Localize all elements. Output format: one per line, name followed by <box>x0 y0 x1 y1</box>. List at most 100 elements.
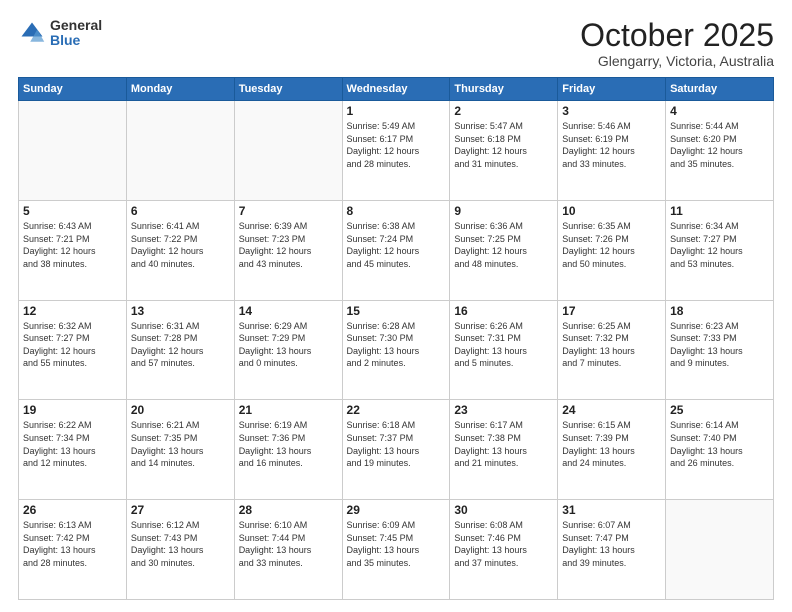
calendar-body: 1 Sunrise: 5:49 AM Sunset: 6:17 PM Daylig… <box>19 101 774 600</box>
day-number: 29 <box>347 503 446 517</box>
day-info: Sunrise: 6:25 AM Sunset: 7:32 PM Dayligh… <box>562 320 661 370</box>
month-title: October 2025 <box>580 18 774 53</box>
day-info: Sunrise: 6:23 AM Sunset: 7:33 PM Dayligh… <box>670 320 769 370</box>
day-number: 15 <box>347 304 446 318</box>
calendar-cell <box>666 500 774 600</box>
calendar-cell: 30 Sunrise: 6:08 AM Sunset: 7:46 PM Dayli… <box>450 500 558 600</box>
calendar-cell <box>19 101 127 201</box>
calendar-cell: 25Sunrise: 6:14 AM Sunset: 7:40 PM Dayli… <box>666 400 774 500</box>
day-number: 14 <box>239 304 338 318</box>
calendar-cell: 8 Sunrise: 6:38 AM Sunset: 7:24 PM Daylig… <box>342 200 450 300</box>
calendar-cell: 28Sunrise: 6:10 AM Sunset: 7:44 PM Dayli… <box>234 500 342 600</box>
calendar-cell: 9 Sunrise: 6:36 AM Sunset: 7:25 PM Daylig… <box>450 200 558 300</box>
day-number: 17 <box>562 304 661 318</box>
calendar-table: Sunday Monday Tuesday Wednesday Thursday… <box>18 77 774 600</box>
day-number: 8 <box>347 204 446 218</box>
calendar-cell: 17 Sunrise: 6:25 AM Sunset: 7:32 PM Dayli… <box>558 300 666 400</box>
day-number: 23 <box>454 403 553 417</box>
calendar-cell: 3Sunrise: 5:46 AM Sunset: 6:19 PM Daylig… <box>558 101 666 201</box>
day-number: 21 <box>239 403 338 417</box>
header-row: Sunday Monday Tuesday Wednesday Thursday… <box>19 78 774 101</box>
week-row-0: 1 Sunrise: 5:49 AM Sunset: 6:17 PM Daylig… <box>19 101 774 201</box>
day-info: Sunrise: 6:15 AM Sunset: 7:39 PM Dayligh… <box>562 419 661 469</box>
day-number: 11 <box>670 204 769 218</box>
logo-general: General <box>50 18 102 33</box>
calendar-cell: 13Sunrise: 6:31 AM Sunset: 7:28 PM Dayli… <box>126 300 234 400</box>
calendar-cell: 6 Sunrise: 6:41 AM Sunset: 7:22 PM Daylig… <box>126 200 234 300</box>
day-number: 18 <box>670 304 769 318</box>
day-number: 6 <box>131 204 230 218</box>
day-info: Sunrise: 6:12 AM Sunset: 7:43 PM Dayligh… <box>131 519 230 569</box>
day-info: Sunrise: 6:35 AM Sunset: 7:26 PM Dayligh… <box>562 220 661 270</box>
day-info: Sunrise: 6:13 AM Sunset: 7:42 PM Dayligh… <box>23 519 122 569</box>
header-wednesday: Wednesday <box>342 78 450 101</box>
day-info: Sunrise: 6:10 AM Sunset: 7:44 PM Dayligh… <box>239 519 338 569</box>
calendar-cell: 24 Sunrise: 6:15 AM Sunset: 7:39 PM Dayli… <box>558 400 666 500</box>
day-number: 26 <box>23 503 122 517</box>
day-info: Sunrise: 6:39 AM Sunset: 7:23 PM Dayligh… <box>239 220 338 270</box>
day-info: Sunrise: 6:41 AM Sunset: 7:22 PM Dayligh… <box>131 220 230 270</box>
day-info: Sunrise: 6:22 AM Sunset: 7:34 PM Dayligh… <box>23 419 122 469</box>
calendar-cell: 27 Sunrise: 6:12 AM Sunset: 7:43 PM Dayli… <box>126 500 234 600</box>
header-sunday: Sunday <box>19 78 127 101</box>
day-number: 1 <box>347 104 446 118</box>
calendar-cell: 10 Sunrise: 6:35 AM Sunset: 7:26 PM Dayli… <box>558 200 666 300</box>
day-info: Sunrise: 6:07 AM Sunset: 7:47 PM Dayligh… <box>562 519 661 569</box>
day-number: 16 <box>454 304 553 318</box>
header: General Blue October 2025 Glengarry, Vic… <box>18 18 774 69</box>
calendar-cell: 23 Sunrise: 6:17 AM Sunset: 7:38 PM Dayli… <box>450 400 558 500</box>
day-number: 12 <box>23 304 122 318</box>
calendar-cell: 5Sunrise: 6:43 AM Sunset: 7:21 PM Daylig… <box>19 200 127 300</box>
day-number: 24 <box>562 403 661 417</box>
day-number: 10 <box>562 204 661 218</box>
day-number: 2 <box>454 104 553 118</box>
day-info: Sunrise: 6:43 AM Sunset: 7:21 PM Dayligh… <box>23 220 122 270</box>
day-info: Sunrise: 6:29 AM Sunset: 7:29 PM Dayligh… <box>239 320 338 370</box>
header-thursday: Thursday <box>450 78 558 101</box>
day-number: 22 <box>347 403 446 417</box>
day-info: Sunrise: 6:17 AM Sunset: 7:38 PM Dayligh… <box>454 419 553 469</box>
day-info: Sunrise: 6:21 AM Sunset: 7:35 PM Dayligh… <box>131 419 230 469</box>
calendar-cell: 15Sunrise: 6:28 AM Sunset: 7:30 PM Dayli… <box>342 300 450 400</box>
calendar-cell <box>234 101 342 201</box>
calendar-cell: 12 Sunrise: 6:32 AM Sunset: 7:27 PM Dayli… <box>19 300 127 400</box>
day-number: 20 <box>131 403 230 417</box>
day-number: 4 <box>670 104 769 118</box>
title-block: October 2025 Glengarry, Victoria, Austra… <box>580 18 774 69</box>
calendar-cell: 31 Sunrise: 6:07 AM Sunset: 7:47 PM Dayli… <box>558 500 666 600</box>
header-tuesday: Tuesday <box>234 78 342 101</box>
day-info: Sunrise: 6:34 AM Sunset: 7:27 PM Dayligh… <box>670 220 769 270</box>
logo-blue: Blue <box>50 33 102 48</box>
location: Glengarry, Victoria, Australia <box>580 53 774 69</box>
calendar-cell <box>126 101 234 201</box>
day-info: Sunrise: 6:36 AM Sunset: 7:25 PM Dayligh… <box>454 220 553 270</box>
week-row-4: 26 Sunrise: 6:13 AM Sunset: 7:42 PM Dayli… <box>19 500 774 600</box>
day-info: Sunrise: 6:38 AM Sunset: 7:24 PM Dayligh… <box>347 220 446 270</box>
calendar-cell: 4Sunrise: 5:44 AM Sunset: 6:20 PM Daylig… <box>666 101 774 201</box>
day-number: 30 <box>454 503 553 517</box>
calendar-cell: 21Sunrise: 6:19 AM Sunset: 7:36 PM Dayli… <box>234 400 342 500</box>
calendar-cell: 2 Sunrise: 5:47 AM Sunset: 6:18 PM Daylig… <box>450 101 558 201</box>
day-info: Sunrise: 6:08 AM Sunset: 7:46 PM Dayligh… <box>454 519 553 569</box>
calendar-cell: 7Sunrise: 6:39 AM Sunset: 7:23 PM Daylig… <box>234 200 342 300</box>
day-info: Sunrise: 6:09 AM Sunset: 7:45 PM Dayligh… <box>347 519 446 569</box>
logo-text: General Blue <box>50 18 102 49</box>
day-info: Sunrise: 6:32 AM Sunset: 7:27 PM Dayligh… <box>23 320 122 370</box>
day-info: Sunrise: 5:47 AM Sunset: 6:18 PM Dayligh… <box>454 120 553 170</box>
calendar-cell: 29 Sunrise: 6:09 AM Sunset: 7:45 PM Dayli… <box>342 500 450 600</box>
calendar-cell: 14 Sunrise: 6:29 AM Sunset: 7:29 PM Dayli… <box>234 300 342 400</box>
day-number: 31 <box>562 503 661 517</box>
calendar-cell: 22Sunrise: 6:18 AM Sunset: 7:37 PM Dayli… <box>342 400 450 500</box>
logo-icon <box>18 19 46 47</box>
header-saturday: Saturday <box>666 78 774 101</box>
day-info: Sunrise: 6:26 AM Sunset: 7:31 PM Dayligh… <box>454 320 553 370</box>
page: General Blue October 2025 Glengarry, Vic… <box>0 0 792 612</box>
day-number: 9 <box>454 204 553 218</box>
calendar-cell: 19Sunrise: 6:22 AM Sunset: 7:34 PM Dayli… <box>19 400 127 500</box>
day-info: Sunrise: 5:46 AM Sunset: 6:19 PM Dayligh… <box>562 120 661 170</box>
calendar-cell: 26 Sunrise: 6:13 AM Sunset: 7:42 PM Dayli… <box>19 500 127 600</box>
week-row-2: 12 Sunrise: 6:32 AM Sunset: 7:27 PM Dayli… <box>19 300 774 400</box>
calendar-cell: 18 Sunrise: 6:23 AM Sunset: 7:33 PM Dayli… <box>666 300 774 400</box>
day-number: 27 <box>131 503 230 517</box>
day-info: Sunrise: 5:49 AM Sunset: 6:17 PM Dayligh… <box>347 120 446 170</box>
